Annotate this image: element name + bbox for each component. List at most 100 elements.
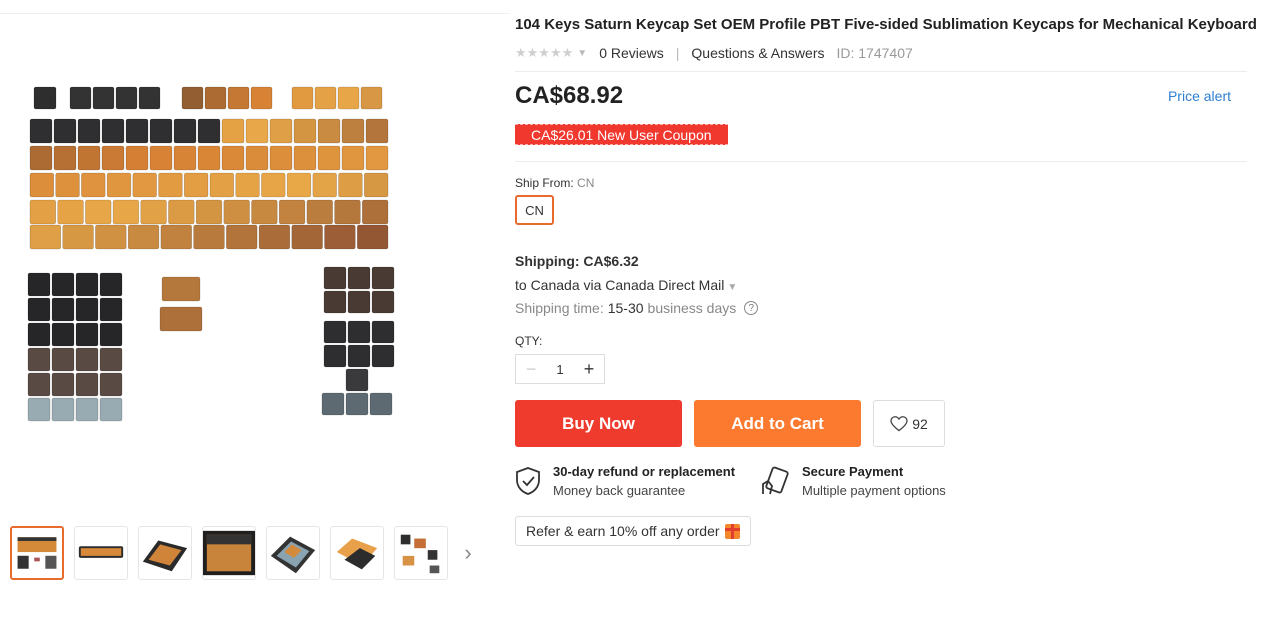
keycap [261, 172, 286, 198]
keycap [51, 297, 75, 322]
keycap [347, 290, 371, 314]
thumbnail-4[interactable] [202, 526, 256, 580]
keycap [317, 118, 341, 144]
keycap [160, 224, 192, 250]
keycap [291, 224, 323, 250]
keycap [51, 397, 75, 422]
keycap [29, 224, 62, 250]
shipping-time-days: 15-30 [607, 300, 644, 316]
keycap [338, 172, 363, 198]
keycap [251, 199, 278, 225]
quantity-decrease-button[interactable]: − [516, 355, 546, 383]
keycap [369, 392, 393, 416]
ship-from-value: CN [577, 176, 595, 190]
keycap [99, 397, 123, 422]
gift-icon [724, 523, 740, 539]
keycap [365, 118, 389, 144]
keycap [345, 392, 369, 416]
keycap [95, 224, 127, 250]
keycap [92, 86, 115, 110]
reviews-link[interactable]: 0 Reviews [599, 45, 664, 61]
chevron-right-icon[interactable]: › [458, 526, 478, 580]
keycap [138, 86, 161, 110]
keycap [365, 145, 389, 171]
keycap [53, 118, 77, 144]
meta-separator: | [675, 45, 680, 61]
keycap [75, 272, 99, 297]
keycap [173, 118, 197, 144]
keycap [323, 290, 347, 314]
keycap [77, 145, 101, 171]
keycap [347, 344, 371, 368]
guarantee-title: Secure Payment [802, 464, 904, 479]
keycap [29, 118, 53, 144]
keycap [132, 172, 157, 198]
keycap [324, 224, 356, 250]
keycap [337, 86, 360, 110]
keycap [53, 145, 77, 171]
thumbnail-1[interactable] [10, 526, 64, 580]
keycap [149, 145, 173, 171]
wishlist-button[interactable]: 92 [873, 400, 945, 447]
keycap [312, 172, 337, 198]
wishlist-count: 92 [912, 415, 928, 432]
keycap [77, 118, 101, 144]
new-user-coupon[interactable]: CA$26.01 New User Coupon [515, 124, 728, 145]
rating-stars-icon[interactable]: ★★★★★ [515, 45, 573, 61]
keycap [221, 145, 245, 171]
keycap [27, 397, 51, 422]
shipping-method-selector[interactable]: to Canada via Canada Direct Mail ▼ [515, 277, 737, 293]
quantity-label: QTY: [515, 334, 543, 348]
keycap [360, 86, 383, 110]
keycap [85, 199, 112, 225]
keycap [140, 199, 167, 225]
keycap [159, 306, 203, 332]
keycap [51, 322, 75, 347]
product-main-image[interactable] [22, 85, 412, 445]
thumbnail-5[interactable] [266, 526, 320, 580]
keycap [173, 145, 197, 171]
keycap [341, 118, 365, 144]
keycap [334, 199, 361, 225]
keycap [99, 297, 123, 322]
keycap [112, 199, 140, 225]
qa-link[interactable]: Questions & Answers [691, 45, 824, 61]
refer-earn-text: Refer & earn 10% off any order [526, 523, 720, 539]
keycap [106, 172, 132, 198]
guarantee-subtitle: Money back guarantee [553, 483, 686, 498]
guarantee-title: 30-day refund or replacement [553, 464, 736, 479]
quantity-increase-button[interactable]: + [574, 355, 604, 383]
shipping-cost: Shipping: CA$6.32 [515, 253, 639, 269]
chevron-down-icon[interactable]: ▼ [577, 48, 587, 59]
ship-from-option-cn[interactable]: CN [515, 195, 554, 225]
keycap [227, 86, 250, 110]
divider [515, 161, 1247, 162]
buy-now-button[interactable]: Buy Now [515, 400, 682, 447]
heart-icon [890, 415, 908, 431]
product-meta: ★★★★★ ▼ 0 Reviews | Questions & Answers … [515, 45, 913, 61]
quantity-input[interactable]: 1 [546, 362, 574, 377]
keycap [195, 199, 223, 225]
guarantee-subtitle: Multiple payment options [802, 483, 946, 498]
keycap [75, 347, 99, 372]
price-alert-link[interactable]: Price alert [1168, 88, 1231, 104]
thumbnail-2[interactable] [74, 526, 128, 580]
thumbnail-7[interactable] [394, 526, 448, 580]
refer-earn-button[interactable]: Refer & earn 10% off any order [515, 516, 751, 546]
shipping-time-suffix: business days [647, 300, 737, 316]
keycap [286, 172, 312, 198]
add-to-cart-button[interactable]: Add to Cart [694, 400, 861, 447]
keycap [321, 392, 345, 416]
help-icon[interactable]: ? [744, 301, 759, 315]
keycap [81, 172, 106, 198]
ship-from-label: Ship From: CN [515, 176, 594, 190]
keycap [278, 199, 306, 225]
keycap [245, 118, 269, 144]
refund-guarantee: 30-day refund or replacement Money back … [515, 463, 735, 501]
thumbnail-6[interactable] [330, 526, 384, 580]
keycap [293, 145, 317, 171]
keycap [99, 347, 123, 372]
top-divider [0, 0, 510, 14]
thumbnail-3[interactable] [138, 526, 192, 580]
shield-check-icon [516, 467, 540, 495]
